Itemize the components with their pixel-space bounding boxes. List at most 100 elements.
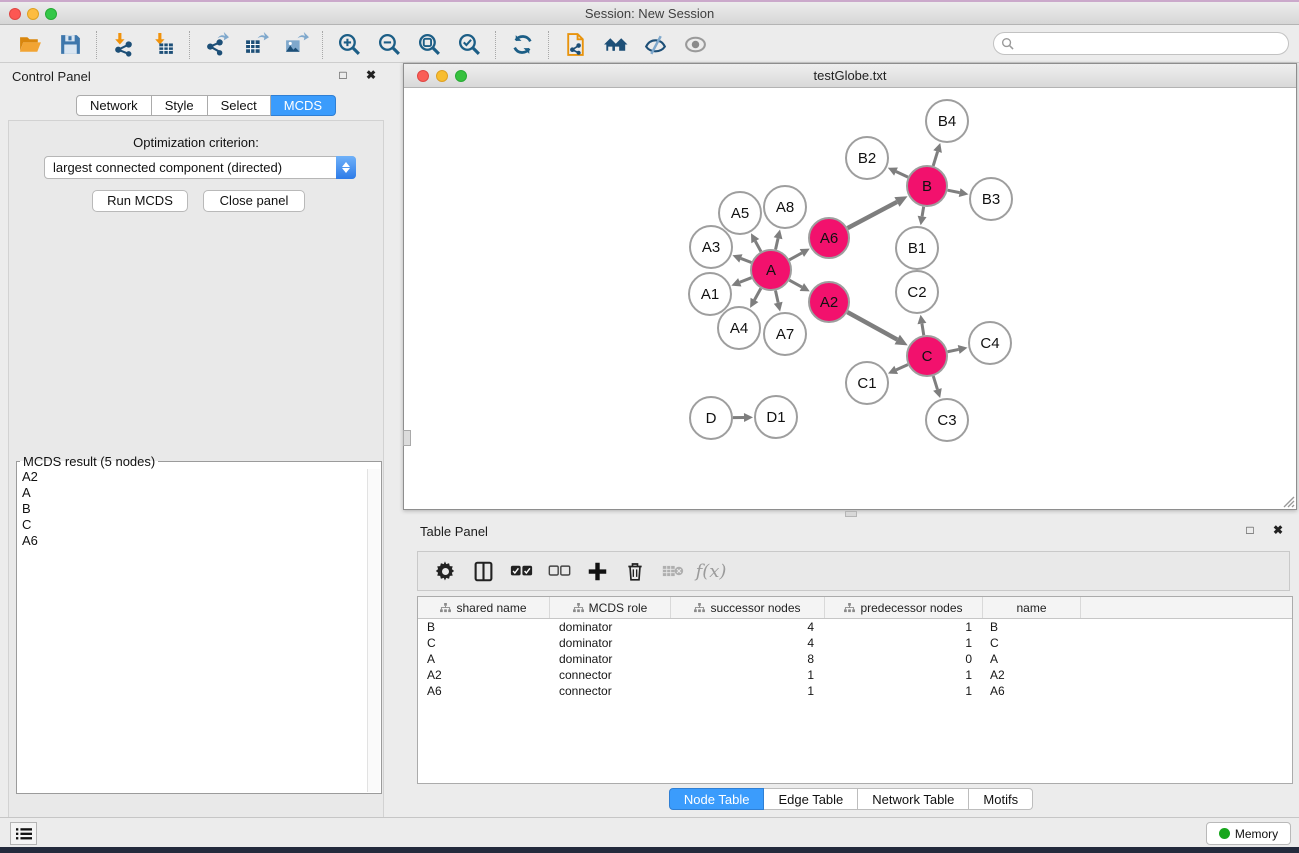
graph-edge-C-C4[interactable] bbox=[948, 349, 959, 351]
graph-edge-C-C2[interactable] bbox=[922, 324, 924, 336]
open-session-button[interactable] bbox=[10, 29, 50, 61]
graph-edge-A-A6[interactable] bbox=[789, 253, 801, 260]
export-network-button[interactable] bbox=[196, 29, 236, 61]
save-session-button[interactable] bbox=[50, 29, 90, 61]
graph-edge-A-A4[interactable] bbox=[754, 288, 760, 300]
graph-edge-A-A1[interactable] bbox=[740, 278, 752, 283]
mcds-result-item[interactable]: C bbox=[18, 517, 367, 533]
graph-node-A4[interactable]: A4 bbox=[718, 307, 760, 349]
home-button[interactable] bbox=[595, 29, 635, 61]
graph-node-A1[interactable]: A1 bbox=[689, 273, 731, 315]
table-row[interactable]: Cdominator41C bbox=[418, 635, 1292, 651]
graph-edge-A6-B[interactable] bbox=[848, 202, 897, 228]
search-input[interactable] bbox=[1014, 33, 1288, 54]
float-table-panel-icon[interactable]: □ bbox=[1246, 523, 1261, 537]
resize-grip-icon[interactable] bbox=[1281, 494, 1295, 508]
table-row[interactable]: A2connector11A2 bbox=[418, 667, 1292, 683]
tab-select[interactable]: Select bbox=[208, 95, 271, 116]
network-canvas[interactable]: AA1A2A3A4A5A6A7A8BB1B2B3B4CC1C2C3C4DD1 bbox=[404, 88, 1296, 509]
graph-node-C2[interactable]: C2 bbox=[896, 271, 938, 313]
graph-node-B[interactable]: B bbox=[907, 166, 947, 206]
tab-mcds[interactable]: MCDS bbox=[271, 95, 336, 116]
add-column-button[interactable] bbox=[578, 554, 616, 588]
select-all-columns-button[interactable] bbox=[502, 554, 540, 588]
refresh-button[interactable] bbox=[502, 29, 542, 61]
zoom-in-button[interactable] bbox=[329, 29, 369, 61]
export-table-button[interactable] bbox=[236, 29, 276, 61]
graph-edge-A-A7[interactable] bbox=[775, 291, 778, 303]
network-window-titlebar[interactable]: testGlobe.txt bbox=[404, 64, 1296, 88]
graph-node-B1[interactable]: B1 bbox=[896, 227, 938, 269]
close-panel-button[interactable]: Close panel bbox=[203, 190, 305, 212]
graph-node-A3[interactable]: A3 bbox=[690, 226, 732, 268]
table-settings-button[interactable] bbox=[426, 554, 464, 588]
graph-edge-B-B3[interactable] bbox=[948, 190, 960, 192]
graph-edge-A-A5[interactable] bbox=[755, 241, 761, 251]
export-image-button[interactable] bbox=[276, 29, 316, 61]
tab-network[interactable]: Network bbox=[76, 95, 152, 116]
graph-edge-A-A8[interactable] bbox=[776, 238, 779, 249]
graph-edge-A-A2[interactable] bbox=[789, 280, 801, 287]
graph-node-C4[interactable]: C4 bbox=[969, 322, 1011, 364]
tab-edge-table[interactable]: Edge Table bbox=[764, 788, 858, 810]
graph-node-A8[interactable]: A8 bbox=[764, 186, 806, 228]
copy-network-button[interactable] bbox=[555, 29, 595, 61]
close-panel-icon[interactable]: ✖ bbox=[366, 68, 384, 82]
show-log-button[interactable] bbox=[10, 822, 37, 845]
table-row[interactable]: Bdominator41B bbox=[418, 619, 1292, 635]
graph-node-B2[interactable]: B2 bbox=[846, 137, 888, 179]
mcds-result-item[interactable]: B bbox=[18, 501, 367, 517]
result-scrollbar[interactable] bbox=[367, 469, 380, 792]
graph-edge-B-B2[interactable] bbox=[896, 172, 908, 178]
delete-column-button[interactable] bbox=[616, 554, 654, 588]
search-box[interactable] bbox=[993, 32, 1289, 55]
graph-node-A[interactable]: A bbox=[751, 250, 791, 290]
column-header-name[interactable]: name bbox=[983, 597, 1081, 618]
run-mcds-button[interactable]: Run MCDS bbox=[92, 190, 188, 212]
graph-edge-B-B1[interactable] bbox=[922, 207, 924, 217]
table-row[interactable]: A6connector11A6 bbox=[418, 683, 1292, 699]
column-header-mcds-role[interactable]: MCDS role bbox=[550, 597, 671, 618]
graph-node-A6[interactable]: A6 bbox=[809, 218, 849, 258]
table-row[interactable]: Adominator80A bbox=[418, 651, 1292, 667]
column-header-predecessor-nodes[interactable]: predecessor nodes bbox=[825, 597, 983, 618]
tab-style[interactable]: Style bbox=[152, 95, 208, 116]
graph-node-D[interactable]: D bbox=[690, 397, 732, 439]
column-header-successor-nodes[interactable]: successor nodes bbox=[671, 597, 825, 618]
column-header-shared-name[interactable]: shared name bbox=[418, 597, 550, 618]
show-columns-button[interactable] bbox=[464, 554, 502, 588]
graph-edge-C-C1[interactable] bbox=[896, 365, 908, 370]
graph-node-C3[interactable]: C3 bbox=[926, 399, 968, 441]
graph-node-C[interactable]: C bbox=[907, 336, 947, 376]
criterion-dropdown[interactable]: largest connected component (directed) bbox=[44, 156, 356, 179]
zoom-selected-button[interactable] bbox=[449, 29, 489, 61]
import-table-button[interactable] bbox=[143, 29, 183, 61]
graph-edge-B-B4[interactable] bbox=[933, 152, 937, 166]
zoom-fit-button[interactable] bbox=[409, 29, 449, 61]
graph-node-A7[interactable]: A7 bbox=[764, 313, 806, 355]
graph-node-A2[interactable]: A2 bbox=[809, 282, 849, 322]
graph-edge-A-A3[interactable] bbox=[741, 258, 752, 262]
tab-network-table[interactable]: Network Table bbox=[858, 788, 969, 810]
import-network-button[interactable] bbox=[103, 29, 143, 61]
tab-motifs[interactable]: Motifs bbox=[969, 788, 1033, 810]
graph-node-D1[interactable]: D1 bbox=[755, 396, 797, 438]
tab-node-table[interactable]: Node Table bbox=[669, 788, 765, 810]
graph-edge-A2-C[interactable] bbox=[847, 312, 897, 339]
view-splitter-handle[interactable] bbox=[403, 430, 411, 446]
mcds-result-item[interactable]: A6 bbox=[18, 533, 367, 549]
mcds-result-list[interactable]: A2ABCA6 bbox=[18, 469, 367, 792]
graph-node-A5[interactable]: A5 bbox=[719, 192, 761, 234]
graph-edge-C-C3[interactable] bbox=[933, 376, 937, 389]
memory-button[interactable]: Memory bbox=[1206, 822, 1291, 845]
hide-graphics-details-button[interactable] bbox=[635, 29, 675, 61]
mcds-result-item[interactable]: A2 bbox=[18, 469, 367, 485]
mcds-result-item[interactable]: A bbox=[18, 485, 367, 501]
panel-splitter-handle[interactable] bbox=[845, 511, 857, 517]
graph-node-C1[interactable]: C1 bbox=[846, 362, 888, 404]
graph-node-B4[interactable]: B4 bbox=[926, 100, 968, 142]
close-table-panel-icon[interactable]: ✖ bbox=[1273, 523, 1291, 537]
show-graphics-details-button[interactable] bbox=[675, 29, 715, 61]
unselect-all-columns-button[interactable] bbox=[540, 554, 578, 588]
zoom-out-button[interactable] bbox=[369, 29, 409, 61]
